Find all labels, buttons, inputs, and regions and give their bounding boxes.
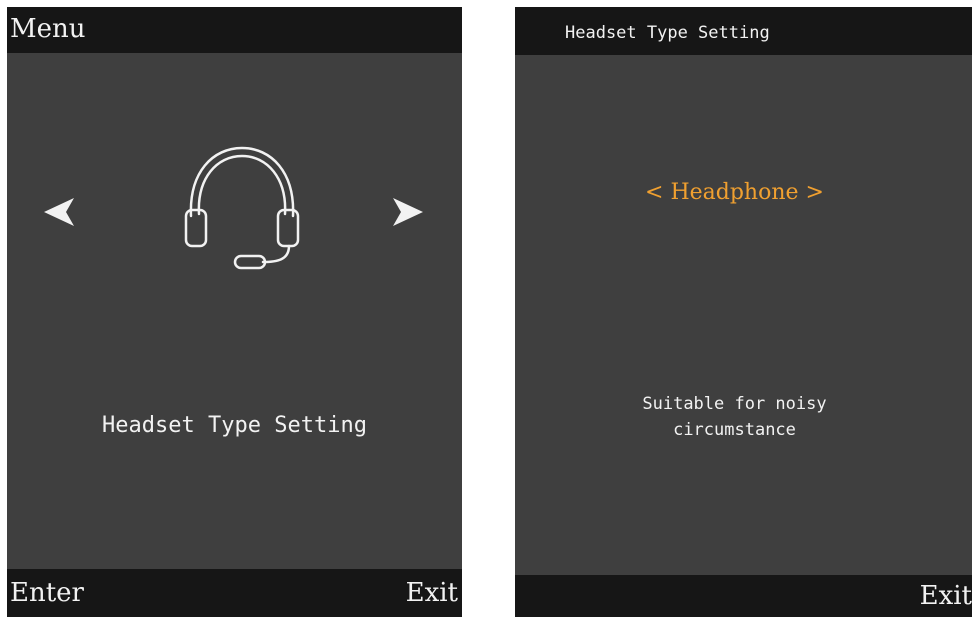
menu-screen: Menu Headset Type Setting Enter Exit	[7, 7, 462, 617]
menu-item-label: Headset Type Setting	[102, 413, 367, 438]
exit-softkey[interactable]: Exit	[406, 578, 458, 608]
description-line-2: circumstance	[673, 420, 796, 440]
option-description: Suitable for noisy circumstance	[515, 391, 954, 443]
headset-type-selector[interactable]: < Headphone >	[515, 180, 954, 205]
enter-softkey[interactable]: Enter	[10, 578, 84, 608]
menu-title-bar: Menu	[7, 7, 462, 53]
setting-title: Headset Type Setting	[565, 23, 770, 43]
arrow-left-icon[interactable]	[42, 195, 76, 229]
exit-softkey[interactable]: Exit	[920, 581, 972, 611]
description-line-1: Suitable for noisy	[642, 394, 827, 414]
menu-title: Menu	[10, 14, 86, 44]
setting-softkey-bar: Exit	[515, 575, 972, 617]
headset-setting-screen: Headset Type Setting < Headphone > Suita…	[515, 7, 972, 617]
menu-softkey-bar: Enter Exit	[7, 569, 462, 617]
arrow-right-icon[interactable]	[391, 195, 425, 229]
setting-title-bar: Headset Type Setting	[515, 7, 972, 55]
headset-icon	[177, 142, 307, 274]
